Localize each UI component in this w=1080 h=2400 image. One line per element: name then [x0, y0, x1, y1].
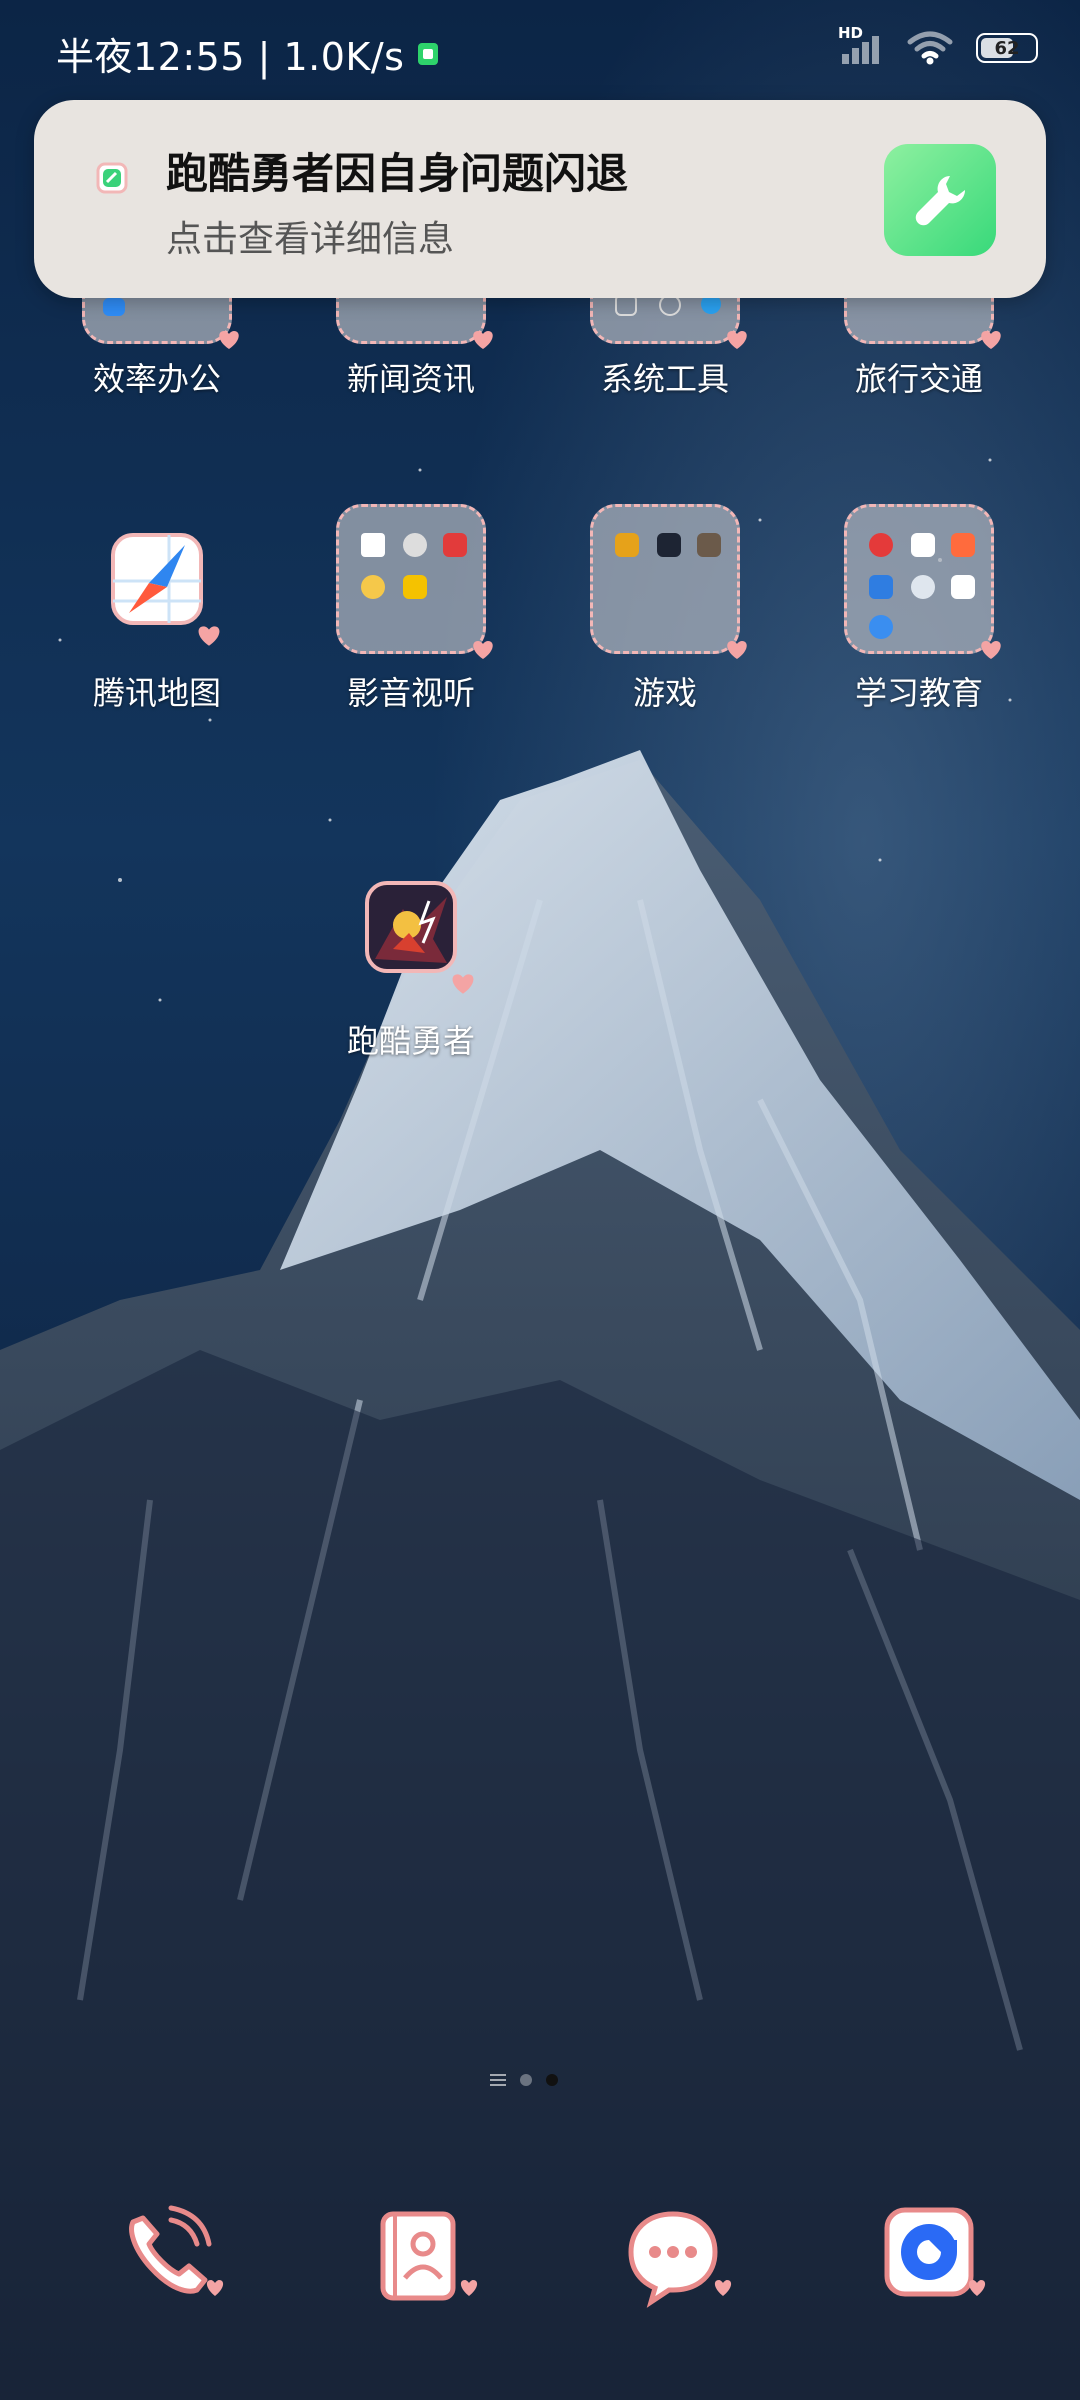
cellular-signal-icon: HD: [838, 24, 884, 66]
status-time-speed: 半夜12:55 | 1.0K/s: [56, 35, 405, 79]
app-parkour-hero[interactable]: 跑酷勇者: [284, 852, 538, 1062]
notification-subtitle: 点击查看详细信息: [166, 219, 455, 260]
wifi-icon: [907, 31, 953, 65]
app-notification-icon: [418, 42, 439, 65]
folder-education[interactable]: 学习教育: [792, 504, 1046, 714]
heart-icon: [473, 641, 493, 659]
wrench-icon: [884, 144, 996, 256]
browser-icon: [884, 2207, 986, 2297]
battery-level: 62: [994, 37, 1020, 59]
contacts-icon: [380, 2211, 478, 2301]
folder-label: 影音视听: [346, 674, 475, 712]
dock-contacts[interactable]: [360, 2190, 490, 2320]
app-label: 腾讯地图: [92, 674, 221, 712]
app-label: 跑酷勇者: [346, 1022, 475, 1060]
crash-notification[interactable]: 跑酷勇者因自身问题闪退 点击查看详细信息: [34, 100, 1046, 298]
heart-icon: [981, 641, 1001, 659]
dock: [0, 2190, 1080, 2320]
heart-icon: [473, 331, 493, 349]
heart-icon: [452, 974, 474, 994]
page-list-icon: [490, 2074, 506, 2086]
game-icon: [365, 881, 457, 973]
page-indicator[interactable]: [490, 2074, 558, 2086]
page-dot-active: [546, 2074, 558, 2086]
page-dot: [520, 2074, 532, 2086]
folder-games[interactable]: 游戏: [538, 504, 792, 714]
heart-icon: [198, 626, 220, 646]
notification-title: 跑酷勇者因自身问题闪退: [166, 149, 629, 198]
messages-icon: [628, 2211, 732, 2308]
dock-browser[interactable]: [868, 2190, 998, 2320]
status-bar: 半夜12:55 | 1.0K/s HD 62: [0, 0, 1080, 100]
folder-label: 新闻资讯: [346, 360, 475, 398]
map-icon: [111, 533, 203, 625]
heart-icon: [219, 331, 239, 349]
app-tencent-map[interactable]: 腾讯地图: [30, 504, 284, 714]
folder-label: 系统工具: [600, 360, 729, 398]
dock-messages[interactable]: [614, 2190, 744, 2320]
heart-icon: [727, 641, 747, 659]
dock-phone[interactable]: [106, 2190, 236, 2320]
heart-icon: [727, 331, 747, 349]
battery-icon: 62: [976, 33, 1038, 63]
folder-label: 旅行交通: [854, 360, 983, 398]
folder-label: 效率办公: [92, 360, 221, 398]
folder-label: 学习教育: [854, 674, 983, 712]
folder-media[interactable]: 影音视听: [284, 504, 538, 714]
app-small-icon: [96, 162, 128, 194]
phone-icon: [129, 2205, 224, 2296]
folder-label: 游戏: [632, 674, 697, 712]
heart-icon: [981, 331, 1001, 349]
